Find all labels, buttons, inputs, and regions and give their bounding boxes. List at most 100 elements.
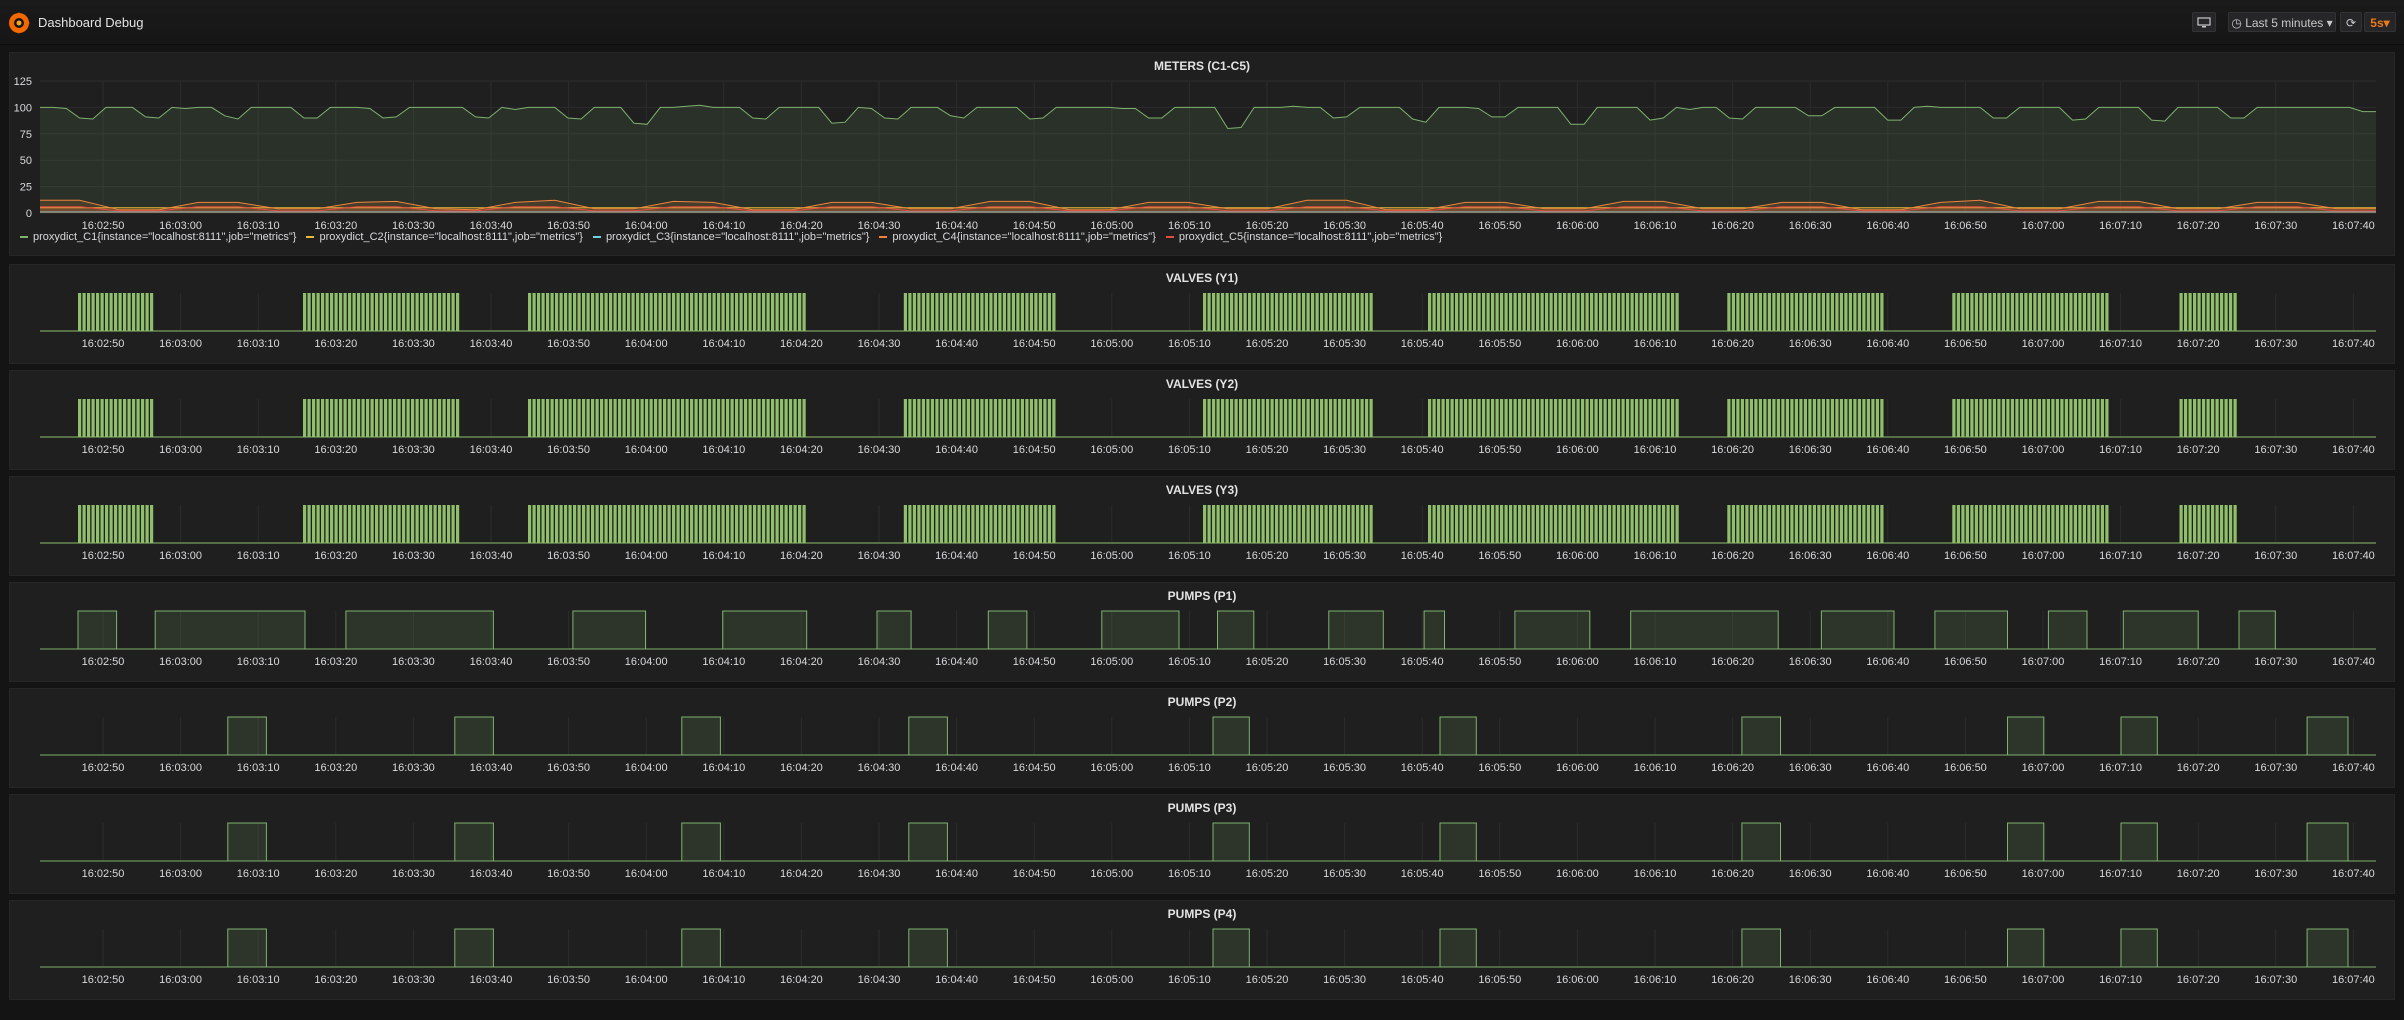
valve-bar — [1324, 399, 1328, 437]
x-tick-label: 16:04:10 — [702, 444, 745, 456]
panel-8[interactable]: PUMPS (P4) 16:02:50 16:03:00 16:03:10 16:03:… — [9, 900, 2395, 1000]
valve-bar — [370, 505, 374, 543]
x-tick-label: 16:06:30 — [1789, 974, 1832, 986]
legend-item-c3[interactable]: proxydict_C3{instance="localhost:8111",j… — [592, 231, 869, 243]
valve-bar — [118, 399, 122, 437]
valve-bar — [1754, 293, 1758, 331]
legend-item-c2[interactable]: proxydict_C2{instance="localhost:8111",j… — [306, 231, 583, 243]
valve-bar — [1776, 293, 1780, 331]
legend-item-c1[interactable]: proxydict_C1{instance="localhost:8111",j… — [20, 231, 296, 243]
valve-bar — [1740, 293, 1744, 331]
legend-item-c4[interactable]: proxydict_C4{instance="localhost:8111",j… — [879, 231, 1156, 243]
pump-on-block — [227, 928, 267, 968]
dashboard-title[interactable]: Dashboard Debug — [38, 15, 144, 30]
valve-bar — [100, 505, 104, 543]
valve-bar — [917, 293, 921, 331]
valve-bar — [921, 293, 925, 331]
valve-bar — [2224, 399, 2228, 437]
x-tick-label: 16:05:00 — [1090, 762, 1133, 774]
valve-bar — [2033, 293, 2037, 331]
valve-bar — [1225, 399, 1229, 437]
valve-bar — [2006, 399, 2010, 437]
valve-bar — [1821, 399, 1825, 437]
valve-bar — [1034, 505, 1038, 543]
panel-5[interactable]: PUMPS (P1) 16:02:50 16:03:00 16:03:10 16:03:… — [9, 582, 2395, 682]
refresh-interval-picker[interactable]: 5s▾ — [2364, 12, 2396, 32]
valve-bar — [676, 505, 680, 543]
panel-2[interactable]: VALVES (Y1) 16:02:50 16:03:00 16:03:10 16:03… — [9, 264, 2395, 364]
valve-bar — [694, 399, 698, 437]
valve-bar — [1666, 505, 1670, 543]
valve-bar — [1360, 505, 1364, 543]
valve-bar — [1459, 399, 1463, 437]
x-tick-label: 16:04:10 — [702, 656, 745, 668]
panel-1[interactable]: METERS (C1-C5) 16:02:50 16:03:00 16:03:10 16… — [9, 52, 2395, 256]
valve-bar — [2006, 293, 2010, 331]
valve-bar — [1871, 505, 1875, 543]
valve-bar — [690, 293, 694, 331]
valve-bar — [334, 399, 338, 437]
x-tick-label: 16:04:20 — [780, 868, 823, 880]
panel-chart: 16:02:50 16:03:00 16:03:10 16:03:20 16:03:30… — [40, 610, 2376, 668]
valve-bar — [912, 293, 916, 331]
valve-bar — [357, 399, 361, 437]
valve-bar — [82, 293, 86, 331]
valve-bar — [2096, 505, 2100, 543]
panel-7[interactable]: PUMPS (P3) 16:02:50 16:03:00 16:03:10 16:03:… — [9, 794, 2395, 894]
valve-bar — [361, 505, 365, 543]
grafana-logo-icon[interactable] — [6, 10, 32, 36]
valve-bar — [618, 505, 622, 543]
valve-bar — [966, 293, 970, 331]
panel-3[interactable]: VALVES (Y2) 16:02:50 16:03:00 16:03:10 16:03… — [9, 370, 2395, 470]
x-tick-label: 16:04:50 — [1013, 444, 1056, 456]
valve-bar — [2060, 505, 2064, 543]
valve-bar — [1992, 399, 1996, 437]
valve-bar — [1866, 293, 1870, 331]
valve-bar — [1603, 399, 1607, 437]
valve-bar — [1563, 293, 1567, 331]
time-range-picker[interactable]: ◷ Last 5 minutes ▾ — [2228, 12, 2336, 32]
panel-4[interactable]: VALVES (Y3) 16:02:50 16:03:00 16:03:10 16:03… — [9, 476, 2395, 576]
valve-bar — [343, 399, 347, 437]
valve-bar — [1662, 399, 1666, 437]
valve-bar — [627, 505, 631, 543]
tv-mode-button[interactable] — [2192, 12, 2216, 32]
valve-bar — [1549, 293, 1553, 331]
valve-bar — [1468, 293, 1472, 331]
valve-bar — [375, 505, 379, 543]
valve-bar — [975, 505, 979, 543]
valve-bar — [528, 399, 532, 437]
valve-bar — [132, 505, 136, 543]
valve-bar — [1772, 399, 1776, 437]
legend-label: proxydict_C1{instance="localhost:8111",j… — [33, 231, 297, 243]
valve-bar — [532, 399, 536, 437]
valve-bar — [1817, 505, 1821, 543]
panel-6[interactable]: PUMPS (P2) 16:02:50 16:03:00 16:03:10 16:03:… — [9, 688, 2395, 788]
x-tick-label: 16:07:00 — [2022, 656, 2065, 668]
valve-bar — [1826, 399, 1830, 437]
valve-bar — [1758, 505, 1762, 543]
x-tick-label: 16:02:50 — [82, 338, 125, 350]
valve-bar — [415, 399, 419, 437]
valve-bar — [1635, 293, 1639, 331]
valve-bar — [1504, 505, 1508, 543]
valve-bar — [1025, 293, 1029, 331]
pump-on-block — [908, 822, 948, 862]
valve-bar — [663, 505, 667, 543]
valve-bar — [1270, 293, 1274, 331]
valve-bar — [1599, 293, 1603, 331]
valve-bar — [2087, 505, 2091, 543]
valve-bar — [118, 293, 122, 331]
valve-bar — [424, 505, 428, 543]
valve-bar — [762, 505, 766, 543]
valve-bar — [1794, 505, 1798, 543]
valve-bar — [150, 505, 154, 543]
legend-item-c5[interactable]: proxydict_C5{instance="localhost:8111",j… — [1165, 231, 1442, 243]
valve-bar — [2091, 505, 2095, 543]
valve-bar — [1862, 505, 1866, 543]
top-navbar: Dashboard Debug ◷ Last 5 minutes ▾ ⟳ 5s▾ — [0, 0, 2404, 45]
valve-bar — [1221, 399, 1225, 437]
refresh-button[interactable]: ⟳ — [2340, 12, 2362, 32]
valve-bar — [1736, 399, 1740, 437]
valve-bar — [649, 399, 653, 437]
